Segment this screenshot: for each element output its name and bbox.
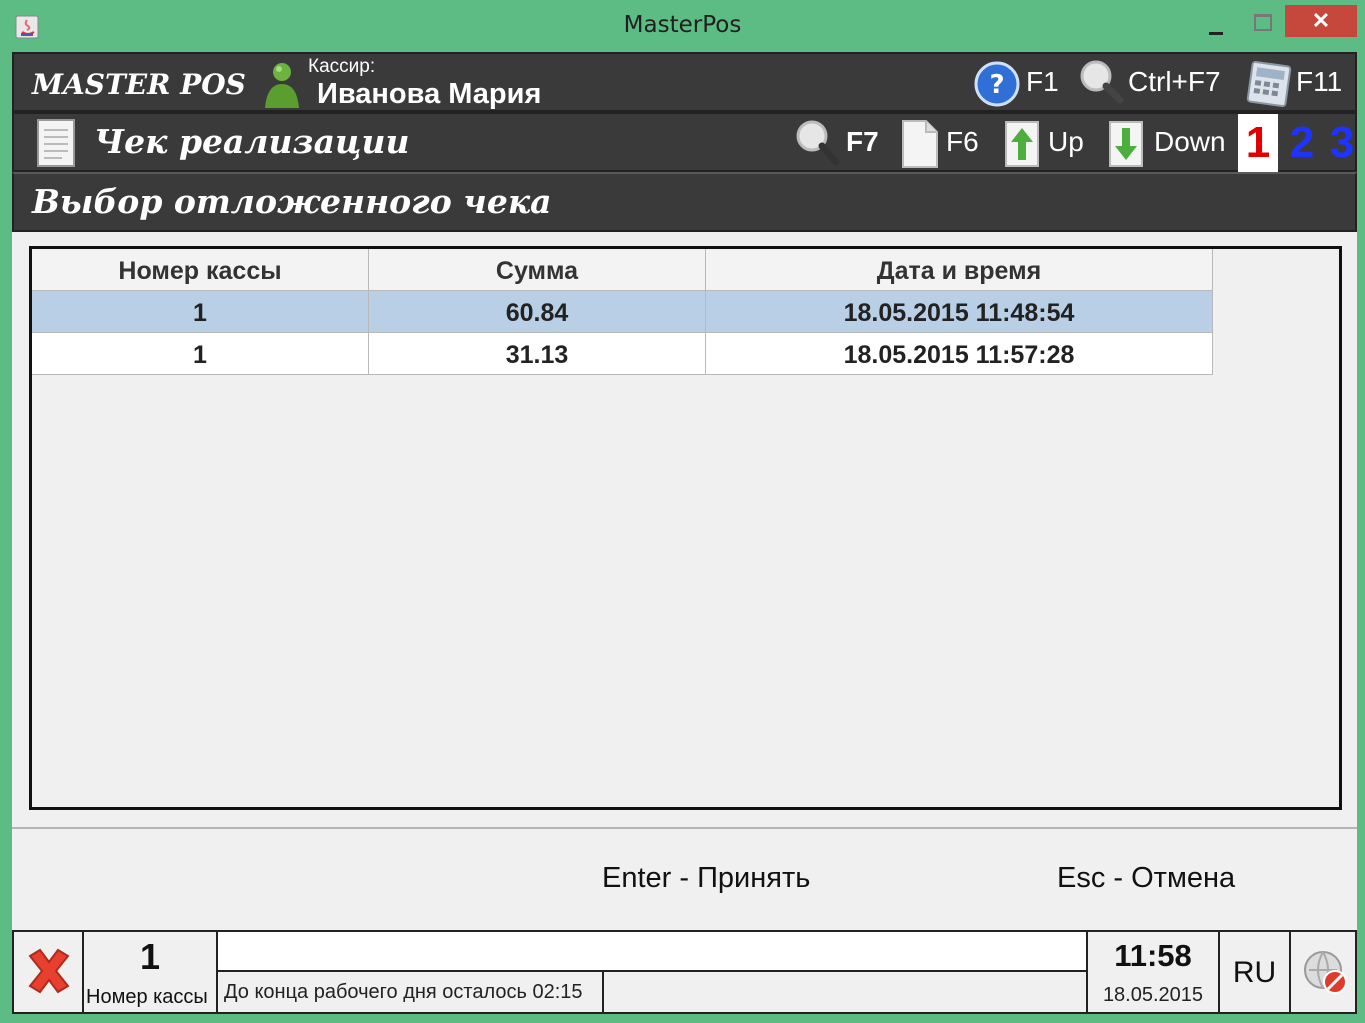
arrow-down-icon[interactable]	[1108, 120, 1144, 168]
cell-sum: 31.13	[369, 333, 706, 375]
new-document-icon[interactable]	[900, 118, 940, 170]
cashier-icon	[265, 63, 299, 108]
document-icon	[37, 119, 75, 167]
svg-text:?: ?	[989, 70, 1004, 100]
cell-register: 1	[32, 291, 369, 333]
app-window: MasterPos ✕ MASTER POS Кассир: Иванова М…	[0, 0, 1365, 1023]
clock-date: 18.05.2015	[1102, 984, 1204, 1006]
arrow-up-icon[interactable]	[1004, 120, 1040, 168]
calculator-hotkey[interactable]: F11	[1296, 66, 1342, 98]
help-icon[interactable]: ?	[974, 61, 1020, 107]
new-document-hotkey[interactable]: F6	[946, 126, 979, 158]
workday-remaining-text: До конца рабочего дня осталось 02:15	[218, 972, 604, 1012]
cashier-name: Иванова Мария	[317, 78, 542, 110]
column-header-sum[interactable]: Сумма	[369, 249, 706, 291]
search-hotkey[interactable]: F7	[846, 126, 879, 158]
receipt-title: Чек реализации	[94, 122, 410, 161]
minimize-button[interactable]	[1198, 12, 1234, 40]
table-header: Номер кассы Сумма Дата и время	[32, 249, 1213, 291]
close-x-icon[interactable]	[24, 946, 74, 996]
page-2-button[interactable]: 2	[1282, 114, 1322, 172]
down-hotkey[interactable]: Down	[1154, 126, 1226, 158]
section-bar: Выбор отложенного чека	[12, 172, 1357, 232]
cell-register: 1	[32, 333, 369, 375]
exit-cell[interactable]	[14, 932, 84, 1012]
search-icon[interactable]	[792, 116, 842, 168]
title-bar[interactable]: MasterPos ✕	[0, 0, 1365, 52]
receipt-bar: Чек реализации F7 F6 Up Down 1 2 3	[12, 112, 1357, 172]
header-bar: MASTER POS Кассир: Иванова Мария ? F1 Ct…	[12, 52, 1357, 112]
message-field	[218, 932, 1086, 972]
accept-hint[interactable]: Enter - Принять	[602, 862, 810, 895]
close-button[interactable]: ✕	[1285, 5, 1357, 37]
message-cell: До конца рабочего дня осталось 02:15	[218, 932, 1088, 1012]
cancel-hint[interactable]: Esc - Отмена	[1057, 862, 1235, 895]
maximize-button[interactable]	[1243, 8, 1279, 36]
cell-sum: 60.84	[369, 291, 706, 333]
help-hotkey[interactable]: F1	[1026, 66, 1059, 98]
section-title: Выбор отложенного чека	[32, 182, 552, 221]
register-cell: 1 Номер кассы	[84, 932, 218, 1012]
calculator-icon[interactable]	[1244, 60, 1294, 108]
up-hotkey[interactable]: Up	[1048, 126, 1084, 158]
page-3-button[interactable]: 3	[1322, 114, 1362, 172]
divider	[12, 827, 1357, 829]
page-1-button[interactable]: 1	[1238, 114, 1278, 172]
search-all-hotkey[interactable]: Ctrl+F7	[1128, 66, 1221, 98]
window-title: MasterPos	[623, 12, 742, 38]
register-label: Номер кассы	[86, 986, 208, 1008]
language-cell[interactable]: RU	[1220, 932, 1291, 1012]
network-disconnected-icon[interactable]	[1299, 946, 1351, 998]
main-panel: MASTER POS Кассир: Иванова Мария ? F1 Ct…	[12, 52, 1357, 1014]
cell-datetime: 18.05.2015 11:57:28	[706, 333, 1213, 375]
column-header-datetime[interactable]: Дата и время	[706, 249, 1213, 291]
deferred-receipts-table[interactable]: Номер кассы Сумма Дата и время 1 60.84 1…	[29, 246, 1342, 810]
cell-datetime: 18.05.2015 11:48:54	[706, 291, 1213, 333]
brand-logo: MASTER POS	[32, 68, 246, 101]
column-header-register[interactable]: Номер кассы	[32, 249, 369, 291]
network-cell[interactable]	[1291, 932, 1355, 1012]
cashier-label: Кассир:	[308, 56, 376, 77]
status-bar: 1 Номер кассы До конца рабочего дня оста…	[12, 930, 1357, 1014]
table-row[interactable]: 1 31.13 18.05.2015 11:57:28	[32, 333, 1213, 375]
language-indicator[interactable]: RU	[1220, 956, 1289, 990]
table-row[interactable]: 1 60.84 18.05.2015 11:48:54	[32, 291, 1213, 333]
search-icon[interactable]	[1076, 56, 1126, 106]
register-number: 1	[139, 936, 161, 977]
clock-time: 11:58	[1114, 938, 1192, 973]
clock-cell: 11:58 18.05.2015	[1088, 932, 1220, 1012]
